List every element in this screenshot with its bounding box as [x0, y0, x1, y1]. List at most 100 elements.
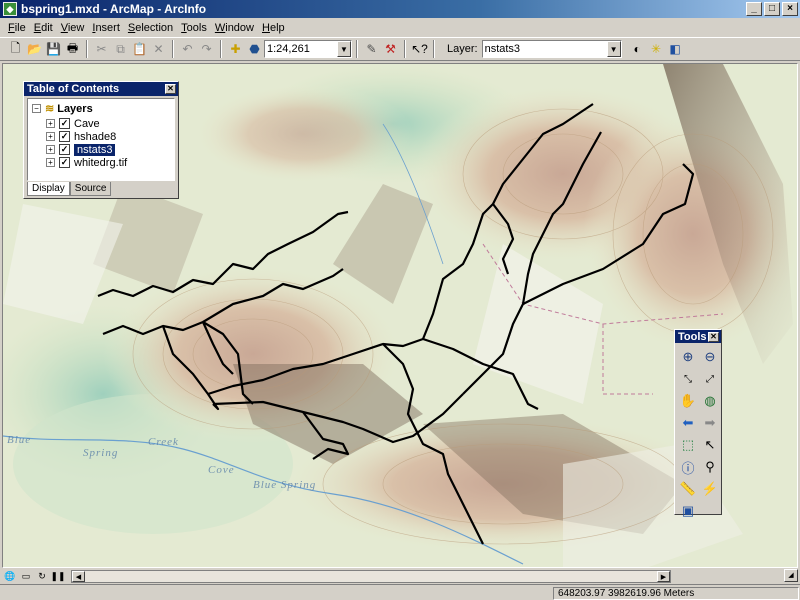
- scroll-left-icon[interactable]: ◀: [72, 570, 85, 582]
- arcmap-app-icon[interactable]: ◆: [3, 2, 17, 16]
- tab-display[interactable]: Display: [27, 182, 70, 196]
- editor-toolbar-icon[interactable]: ✎: [362, 40, 381, 58]
- map-tips-icon[interactable]: ▣: [678, 501, 698, 521]
- cut-icon[interactable]: ✂: [92, 40, 111, 58]
- toc-layer-row[interactable]: + ✓ nstats3: [46, 143, 116, 156]
- tab-source[interactable]: Source: [69, 182, 112, 196]
- arcreader-icon[interactable]: ⬣: [245, 40, 264, 58]
- pause-drawing-icon[interactable]: ❚❚: [50, 570, 65, 582]
- layer-visibility-checkbox[interactable]: ✓: [59, 118, 70, 129]
- measure-icon[interactable]: 📏: [678, 479, 698, 499]
- new-document-icon[interactable]: 🗋: [6, 40, 25, 58]
- layers-stack-icon: ≋: [45, 103, 55, 115]
- paste-icon[interactable]: 📋: [130, 40, 149, 58]
- collapse-icon[interactable]: −: [32, 104, 41, 113]
- layer-name: hshade8: [74, 130, 117, 143]
- print-icon[interactable]: 🖶: [63, 40, 82, 58]
- layer-name: Cave: [74, 117, 100, 130]
- forward-extent-icon[interactable]: ➡: [700, 413, 720, 433]
- hyperlink-icon[interactable]: ⚡: [700, 479, 720, 499]
- scroll-corner-icon: ◢: [784, 569, 798, 582]
- chevron-down-icon[interactable]: ▼: [606, 41, 621, 57]
- brightness-icon[interactable]: ✳: [647, 40, 666, 58]
- close-button[interactable]: ×: [782, 2, 798, 16]
- toc-layer-list: − ≋ Layers + ✓ Cave + ✓ hshade8 + ✓ nsta…: [27, 98, 175, 181]
- identify-icon[interactable]: ⓘ: [678, 457, 698, 477]
- select-elements-icon[interactable]: ↖: [700, 435, 720, 455]
- menu-help[interactable]: Help: [258, 22, 289, 34]
- layer-visibility-checkbox[interactable]: ✓: [59, 144, 70, 155]
- save-icon[interactable]: 💾: [44, 40, 63, 58]
- toc-layer-row[interactable]: + ✓ Cave: [46, 117, 100, 130]
- whats-this-help-icon[interactable]: ↖?: [410, 40, 429, 58]
- map-label-cove: Cove: [208, 464, 235, 476]
- menu-selection[interactable]: Selection: [124, 22, 177, 34]
- toc-root-row[interactable]: − ≋ Layers: [32, 102, 93, 115]
- layer-label: Layer:: [447, 43, 478, 55]
- refresh-icon[interactable]: ↻: [35, 570, 49, 582]
- expand-icon[interactable]: +: [46, 158, 55, 167]
- contrast-icon[interactable]: ◐: [628, 40, 647, 58]
- select-features-icon[interactable]: ⬚: [678, 435, 698, 455]
- toc-tabs: Display Source: [27, 182, 112, 197]
- expand-icon[interactable]: +: [46, 132, 55, 141]
- copy-icon[interactable]: ⧉: [111, 40, 130, 58]
- zoom-out-icon[interactable]: ⊖: [700, 347, 720, 367]
- open-folder-icon[interactable]: 📂: [25, 40, 44, 58]
- menu-tools[interactable]: Tools: [177, 22, 211, 34]
- delete-icon[interactable]: ✕: [149, 40, 168, 58]
- menu-view[interactable]: View: [57, 22, 89, 34]
- toc-layer-row[interactable]: + ✓ hshade8: [46, 130, 116, 143]
- transparency-icon[interactable]: ◧: [666, 40, 685, 58]
- close-icon[interactable]: ✕: [708, 331, 719, 342]
- table-of-contents-window[interactable]: Table of Contents ✕ − ≋ Layers + ✓ Cave …: [23, 81, 179, 199]
- back-extent-icon[interactable]: ⬅: [678, 413, 698, 433]
- layer-combo[interactable]: nstats3 ▼: [481, 40, 622, 58]
- layer-visibility-checkbox[interactable]: ✓: [59, 157, 70, 168]
- window-title: bspring1.mxd - ArcMap - ArcInfo: [21, 2, 207, 16]
- chevron-down-icon[interactable]: ▼: [337, 41, 351, 57]
- layer-combo-value: nstats3: [484, 43, 521, 55]
- find-icon[interactable]: ⚲: [700, 457, 720, 477]
- toolbar-separator: [172, 40, 174, 58]
- menu-file[interactable]: File: [4, 22, 30, 34]
- layer-visibility-checkbox[interactable]: ✓: [59, 131, 70, 142]
- full-extent-icon[interactable]: ◍: [700, 391, 720, 411]
- map-label-creek: Creek: [148, 436, 179, 448]
- layout-view-icon[interactable]: ▭: [19, 570, 33, 582]
- undo-icon[interactable]: ↶: [178, 40, 197, 58]
- expand-icon[interactable]: +: [46, 119, 55, 128]
- fixed-zoom-out-icon[interactable]: ⤢: [700, 369, 720, 389]
- map-scale-combo[interactable]: 1:24,261 ▼: [264, 40, 352, 58]
- expand-icon[interactable]: +: [46, 145, 55, 154]
- fixed-zoom-in-icon[interactable]: ⤡: [678, 369, 698, 389]
- view-bar: 🌐 ▭ ↻ ❚❚ ◀ ▶: [0, 569, 800, 583]
- close-icon[interactable]: ✕: [165, 84, 176, 94]
- menu-window[interactable]: Window: [211, 22, 258, 34]
- map-label-blue-spring: Blue Spring: [253, 479, 317, 491]
- menu-insert[interactable]: Insert: [88, 22, 124, 34]
- map-scale-value: 1:24,261: [267, 43, 310, 55]
- horizontal-scrollbar[interactable]: ◀ ▶: [71, 569, 671, 583]
- layer-name: nstats3: [74, 143, 116, 156]
- standard-toolbar: 🗋 📂 💾 🖶 ✂ ⧉ 📋 ✕ ↶ ↷ ✚ ⬣ 1:24,261 ▼ ✎ ⚒ ↖…: [0, 37, 800, 61]
- maximize-button[interactable]: □: [764, 2, 780, 16]
- pan-icon[interactable]: ✋: [678, 391, 698, 411]
- redo-icon[interactable]: ↷: [197, 40, 216, 58]
- tools-title: Tools: [678, 330, 707, 343]
- add-data-icon[interactable]: ✚: [226, 40, 245, 58]
- data-view-icon[interactable]: 🌐: [3, 570, 17, 582]
- scroll-right-icon[interactable]: ▶: [657, 570, 670, 582]
- map-label-spring: Spring: [83, 447, 119, 459]
- tools-palette[interactable]: Tools ✕ ⊕ ⊖ ⤡ ⤢ ✋ ◍ ⬅ ➡ ⬚ ↖ ⓘ ⚲ 📏 ⚡ ▣: [674, 329, 722, 518]
- layer-name: whitedrg.tif: [74, 156, 128, 169]
- toolbar-separator: [220, 40, 222, 58]
- toc-layer-row[interactable]: + ✓ whitedrg.tif: [46, 156, 127, 169]
- zoom-in-icon[interactable]: ⊕: [678, 347, 698, 367]
- minimize-button[interactable]: _: [746, 2, 762, 16]
- menu-edit[interactable]: Edit: [30, 22, 57, 34]
- map-label-blue: Blue: [7, 434, 32, 446]
- arctoolbox-icon[interactable]: ⚒: [381, 40, 400, 58]
- tools-title-bar[interactable]: Tools ✕: [675, 330, 721, 343]
- toc-title-bar[interactable]: Table of Contents ✕: [24, 82, 178, 96]
